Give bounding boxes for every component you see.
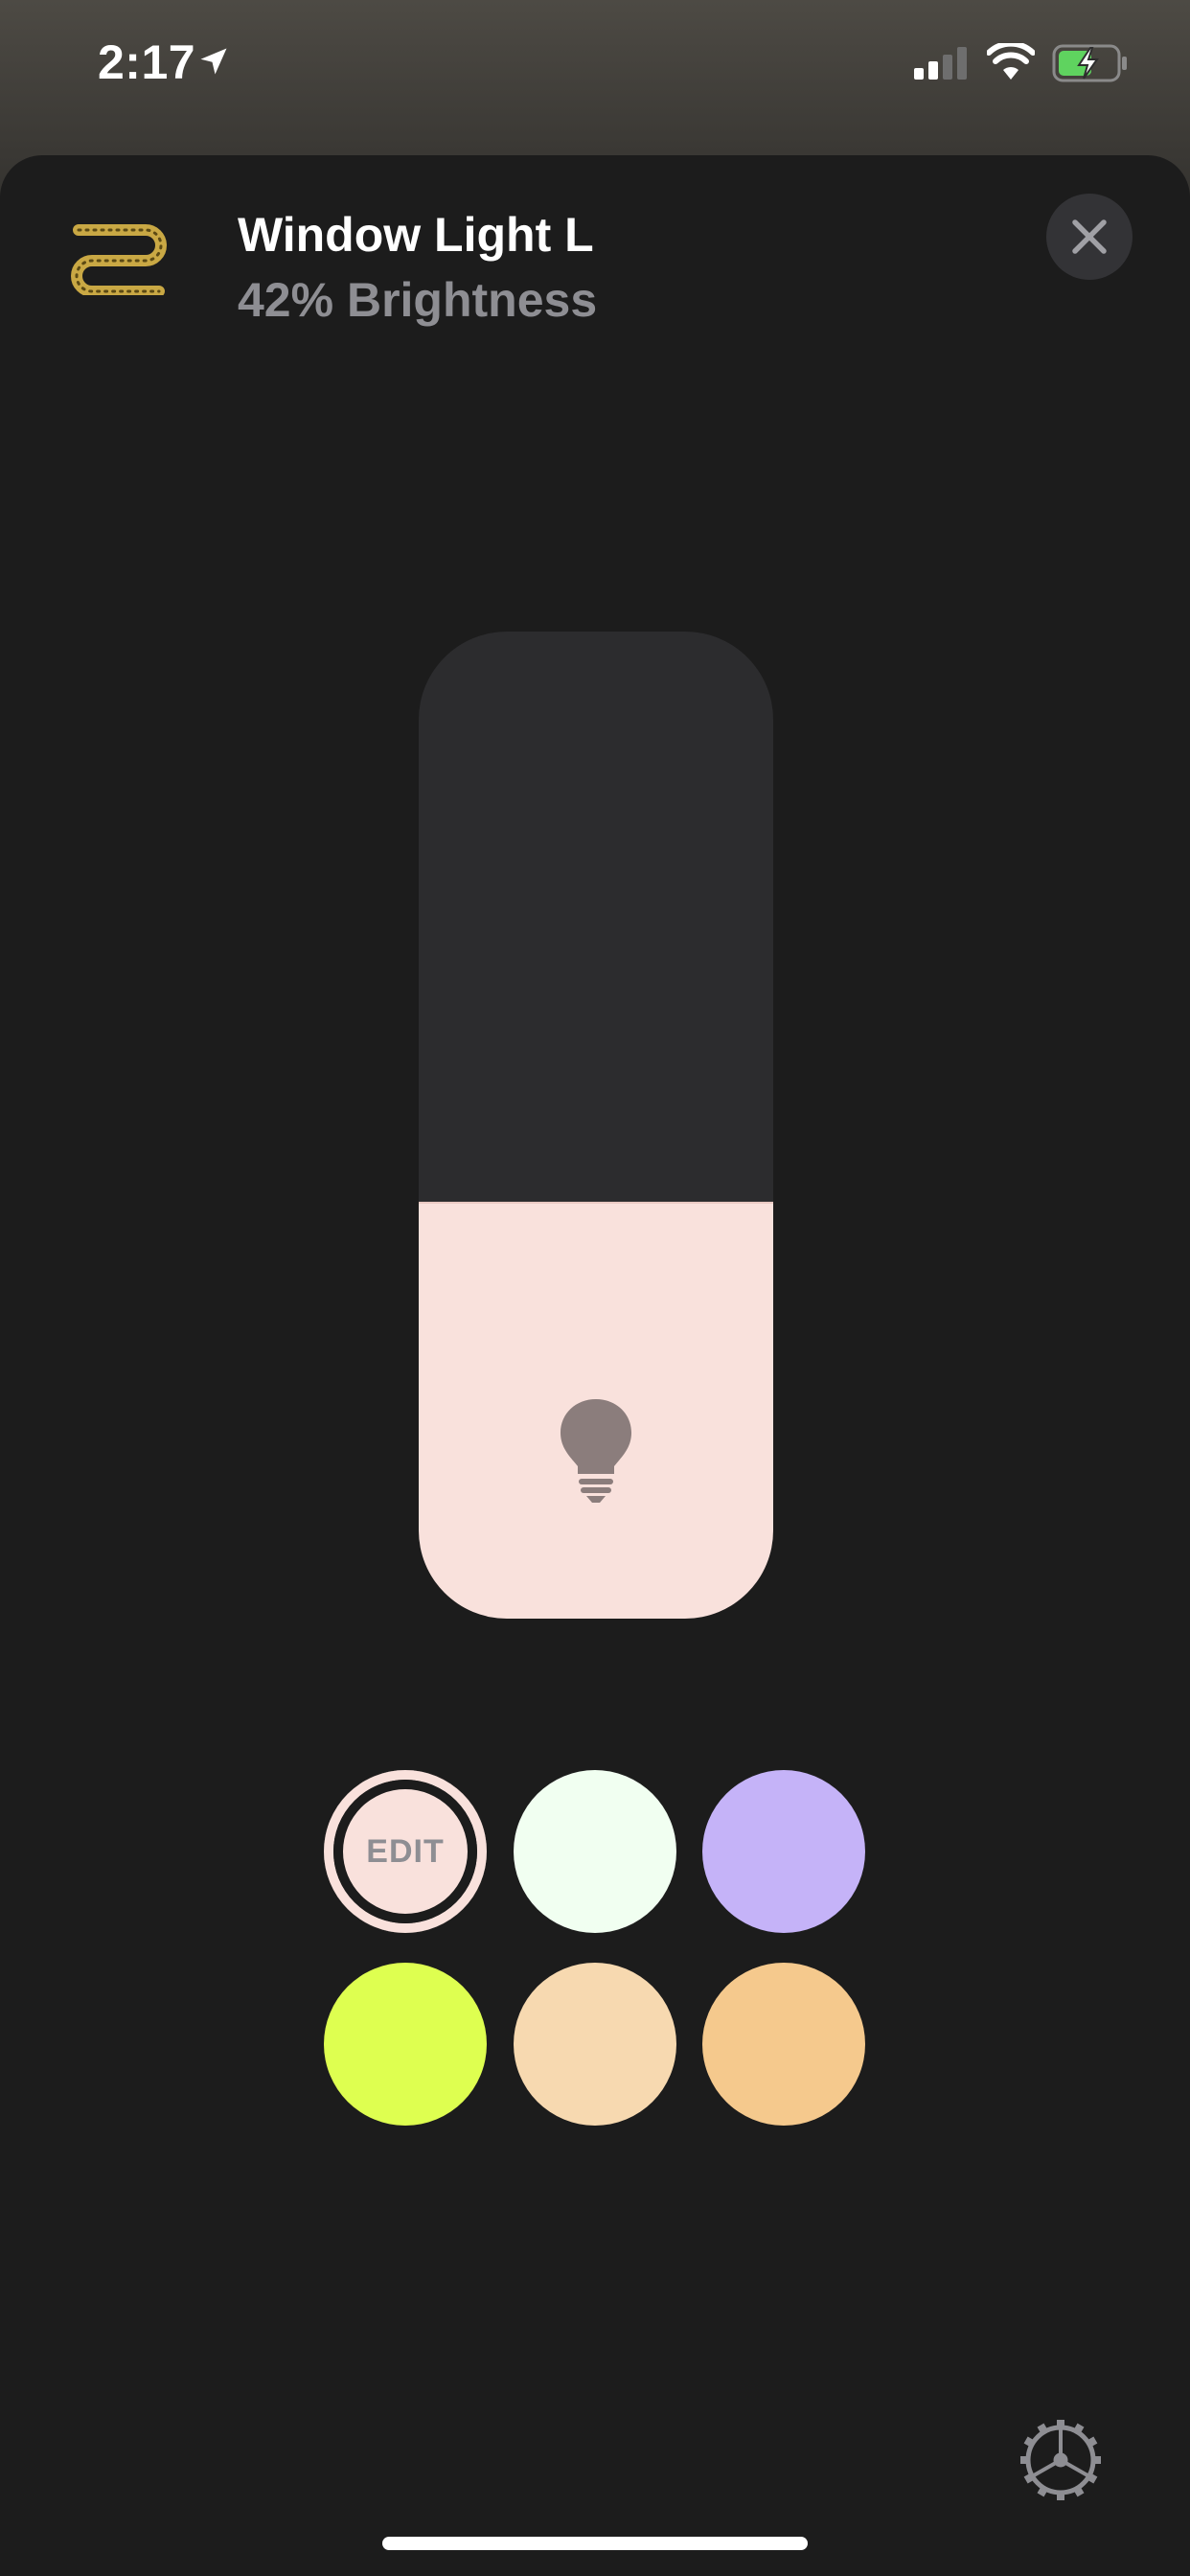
status-time: 2:17 bbox=[98, 35, 196, 89]
brightness-slider[interactable] bbox=[419, 632, 773, 1619]
color-swatch-lavender[interactable] bbox=[702, 1770, 865, 1933]
gear-tooth bbox=[1057, 2493, 1064, 2500]
edit-color-button[interactable]: EDIT bbox=[324, 1770, 487, 1933]
color-swatch-peach[interactable] bbox=[514, 1963, 676, 2126]
close-button[interactable] bbox=[1046, 194, 1133, 280]
color-swatch-apricot[interactable] bbox=[702, 1963, 865, 2126]
accessory-title: Window Light L bbox=[238, 208, 594, 262]
gear-tooth bbox=[1093, 2456, 1101, 2464]
lightstrip-icon bbox=[71, 224, 167, 295]
cellular-signal-icon bbox=[914, 47, 967, 80]
color-swatch-lime[interactable] bbox=[324, 1963, 487, 2126]
status-bar: 2:17 bbox=[0, 0, 1190, 134]
wifi-icon bbox=[987, 43, 1035, 80]
lightbulb-icon bbox=[561, 1399, 631, 1503]
gear-tooth bbox=[1057, 2420, 1064, 2427]
gear-tooth bbox=[1020, 2456, 1028, 2464]
location-arrow-icon bbox=[200, 48, 227, 75]
close-icon bbox=[1072, 219, 1107, 254]
brightness-status: 42% Brightness bbox=[238, 273, 598, 327]
color-swatch-white[interactable] bbox=[514, 1770, 676, 1933]
gear-icon[interactable] bbox=[1018, 2417, 1104, 2503]
home-indicator[interactable] bbox=[382, 2537, 808, 2550]
edit-label: EDIT bbox=[366, 1832, 445, 1870]
battery-charging-icon bbox=[1052, 44, 1127, 82]
